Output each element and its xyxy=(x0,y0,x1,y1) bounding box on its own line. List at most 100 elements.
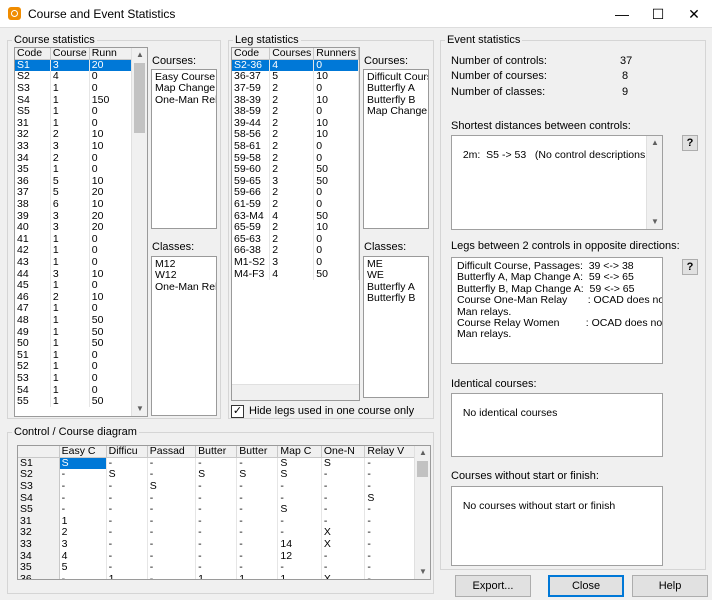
course-table-scrollbar[interactable]: ▲ ▼ xyxy=(131,48,147,416)
diagram-row[interactable]: 33 3- - - -14 X - xyxy=(18,538,416,551)
table-row[interactable]: 65-63 2 0 xyxy=(232,233,359,246)
table-row[interactable]: 53 1 0 xyxy=(15,372,134,385)
table-row[interactable]: 36 5 10 xyxy=(15,175,134,188)
table-row[interactable]: S1 3 20 xyxy=(15,59,134,72)
maximize-button[interactable]: ☐ xyxy=(640,0,676,28)
diagram-row[interactable]: 36-1-1 1 1 X - xyxy=(18,573,416,579)
table-row[interactable]: 44 3 10 xyxy=(15,268,134,280)
table-row[interactable]: 32 2 10 xyxy=(15,129,134,141)
table-row[interactable]: 37 5 20 xyxy=(15,187,134,199)
diagram-row[interactable]: 34 4- - - -12- - xyxy=(18,550,416,562)
leg-courses-list[interactable]: Difficult Cours Butterfly A Butterfly B Map… xyxy=(363,69,429,229)
help-button[interactable]: Help xyxy=(632,575,708,597)
diagram-column-header[interactable]: Easy C xyxy=(59,446,107,459)
hide-legs-checkbox[interactable]: ✓ xyxy=(231,405,244,418)
table-row[interactable]: 41 1 0 xyxy=(15,233,134,246)
list-item[interactable]: Butterfly B xyxy=(367,292,425,304)
diagram-row[interactable]: S5- - - - - S - - xyxy=(18,503,416,516)
table-row[interactable]: 63-M4 4 50 xyxy=(232,210,359,222)
diagram-scrollbar[interactable]: ▲ ▼ xyxy=(414,446,430,579)
diagram-row[interactable]: S3- - S - - - - - xyxy=(18,480,416,493)
opposite-legs-help-button[interactable]: ? xyxy=(682,259,698,275)
column-header-courses[interactable]: Course xyxy=(50,48,90,61)
table-row[interactable]: 54 1 0 xyxy=(15,384,134,396)
close-window-button[interactable]: ✕ xyxy=(676,0,712,28)
scroll-thumb[interactable] xyxy=(134,63,145,133)
table-row[interactable]: 59-66 2 0 xyxy=(232,187,359,199)
table-row[interactable]: M4-F3 4 50 xyxy=(232,268,359,280)
table-row[interactable]: S2 4 0 xyxy=(15,71,134,83)
diagram-column-header[interactable]: Passad xyxy=(147,446,197,459)
table-row[interactable]: 48 1 50 xyxy=(15,314,134,327)
leg-statistics-table[interactable]: Code Courses Runners S2-36 4 0 36-37 5 10 37-5… xyxy=(231,47,360,401)
diagram-column-header[interactable]: Butter xyxy=(195,446,238,459)
scroll-thumb[interactable] xyxy=(417,461,428,477)
table-row[interactable]: S5 1 0 xyxy=(15,105,134,118)
table-row[interactable]: 38 6 10 xyxy=(15,198,134,211)
course-statistics-table[interactable]: Code Course Runn S1 3 20 S2 4 0 S3 1 0 S4 1 150 S5 1 0… xyxy=(14,47,148,417)
table-row[interactable]: 51 1 0 xyxy=(15,349,134,362)
table-row[interactable]: 43 1 0 xyxy=(15,256,134,269)
diagram-row[interactable]: 35 5- - - - - - - xyxy=(18,561,416,574)
diagram-row[interactable]: S2- S - S S S - - xyxy=(18,469,416,481)
scroll-up-arrow-icon[interactable]: ▲ xyxy=(647,136,662,150)
leg-classes-list[interactable]: ME WE Butterfly A Butterfly B xyxy=(363,256,429,398)
diagram-column-header[interactable]: Relay V xyxy=(364,446,416,459)
table-row[interactable]: 47 1 0 xyxy=(15,303,134,315)
table-row[interactable]: 59-65 3 50 xyxy=(232,175,359,188)
table-row[interactable]: 39 3 20 xyxy=(15,210,134,222)
identical-courses-textbox[interactable]: No identical courses xyxy=(451,393,663,457)
diagram-row[interactable]: S1 S - - - - S S - xyxy=(18,457,416,470)
table-row[interactable]: M1-S2 3 0 xyxy=(232,256,359,269)
control-course-diagram-table[interactable]: Easy C Difficu Passad Butter Butter Map C One-… xyxy=(17,445,431,580)
diagram-column-header[interactable]: One-N xyxy=(321,446,366,459)
table-row[interactable]: 33 3 10 xyxy=(15,140,134,153)
list-item[interactable]: One-Man Rela xyxy=(155,94,216,106)
table-row[interactable]: 45 1 0 xyxy=(15,279,134,292)
diagram-row[interactable]: 31 1- - - - - - - xyxy=(18,515,416,528)
export-button[interactable]: Export... xyxy=(455,575,531,597)
opposite-legs-textbox[interactable]: Difficult Course, Passages: 39 <-> 38 But… xyxy=(451,257,663,364)
table-row[interactable]: 34 2 0 xyxy=(15,152,134,164)
list-item[interactable]: One-Man Rela xyxy=(155,281,216,293)
table-row[interactable]: 42 1 0 xyxy=(15,245,134,257)
scroll-down-arrow-icon[interactable]: ▼ xyxy=(415,565,430,579)
minimize-button[interactable]: — xyxy=(604,0,640,28)
table-row[interactable]: S3 1 0 xyxy=(15,82,134,95)
table-row[interactable]: 50 1 50 xyxy=(15,337,134,350)
table-row[interactable]: 46 2 10 xyxy=(15,291,134,304)
table-row[interactable]: 59-58 2 0 xyxy=(232,152,359,164)
scroll-up-arrow-icon[interactable]: ▲ xyxy=(132,48,147,62)
table-row[interactable]: 59-60 2 50 xyxy=(232,163,359,176)
table-row[interactable]: 58-61 2 0 xyxy=(232,140,359,153)
table-row[interactable]: 52 1 0 xyxy=(15,361,134,373)
column-header-code[interactable]: Code xyxy=(232,48,271,61)
textbox-scrollbar[interactable]: ▲ ▼ xyxy=(646,136,662,229)
diagram-row[interactable]: S4- - - - - - - S xyxy=(18,492,416,504)
no-start-finish-textbox[interactable]: No courses without start or finish xyxy=(451,486,663,566)
table-row[interactable]: 58-56 2 10 xyxy=(232,129,359,141)
column-header-runners[interactable]: Runners xyxy=(313,48,359,61)
diagram-row[interactable]: 32 2- - - - - X - xyxy=(18,527,416,539)
table-row[interactable]: S2-36 4 0 xyxy=(232,59,359,72)
table-row[interactable]: 39-44 2 10 xyxy=(232,117,359,130)
table-row[interactable]: 38-39 2 10 xyxy=(232,94,359,106)
scroll-up-arrow-icon[interactable]: ▲ xyxy=(415,446,430,460)
column-header-code[interactable]: Code xyxy=(15,48,51,61)
shortest-distances-textbox[interactable]: 2m: S5 -> 53 (No control descriptions ->… xyxy=(451,135,663,230)
table-row[interactable]: 55 1 50 xyxy=(15,395,134,408)
leg-table-hscrollbar[interactable] xyxy=(232,384,359,400)
table-row[interactable]: 36-37 5 10 xyxy=(232,71,359,83)
list-item[interactable]: Map Change A xyxy=(367,105,428,117)
table-row[interactable]: 65-59 2 10 xyxy=(232,221,359,234)
table-row[interactable]: 49 1 50 xyxy=(15,326,134,338)
close-button[interactable]: Close xyxy=(548,575,624,597)
course-courses-list[interactable]: Easy CourseMap Change AOne-Man Rela xyxy=(151,69,217,229)
table-row[interactable]: 61-59 2 0 xyxy=(232,198,359,211)
scroll-down-arrow-icon[interactable]: ▼ xyxy=(647,215,662,229)
diagram-column-header[interactable]: Butter xyxy=(236,446,279,459)
diagram-column-header[interactable]: Difficu xyxy=(106,446,148,459)
table-row[interactable]: 31 1 0 xyxy=(15,117,134,130)
shortest-help-button[interactable]: ? xyxy=(682,135,698,151)
table-row[interactable]: 40 3 20 xyxy=(15,221,134,234)
